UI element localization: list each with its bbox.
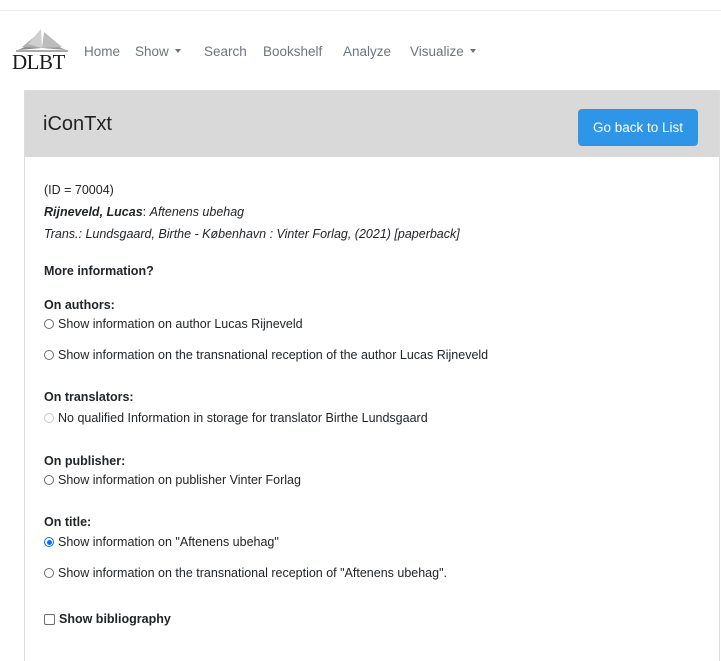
radio-publisher-info[interactable]: Show information on publisher Vinter For… — [44, 473, 301, 487]
dlbt-logo[interactable]: DLBT — [12, 28, 72, 74]
record-translation: Trans.: Lundsgaard, Birthe - København :… — [44, 227, 460, 241]
go-back-button[interactable]: Go back to List — [578, 109, 698, 146]
record-title: Aftenens ubehag — [149, 205, 245, 219]
radio-button[interactable] — [44, 475, 54, 485]
record-author: Rijneveld, Lucas — [44, 205, 143, 219]
nav-bookshelf[interactable]: Bookshelf — [263, 44, 322, 59]
radio-button[interactable] — [44, 350, 54, 360]
radio-button[interactable] — [44, 319, 54, 329]
record-author-title: Rijneveld, Lucas: Aftenens ubehag — [44, 205, 244, 219]
radio-author-reception[interactable]: Show information on the transnational re… — [44, 348, 488, 362]
radio-translator-info: No qualified Information in storage for … — [44, 411, 428, 425]
nav-show-label: Show — [135, 44, 169, 59]
nav-show-dropdown[interactable]: Show — [135, 44, 181, 59]
logo-text: DLBT — [12, 50, 65, 74]
nav-analyze[interactable]: Analyze — [343, 44, 391, 59]
record-title-sep: : — [142, 205, 150, 219]
show-bibliography-checkbox[interactable]: Show bibliography — [44, 612, 171, 626]
nav-visualize-label: Visualize — [410, 44, 464, 59]
nav-visualize-dropdown[interactable]: Visualize — [410, 44, 476, 59]
navbar: DLBT Home Show Search Bookshelf Analyze … — [0, 28, 721, 76]
radio-button-disabled — [44, 413, 54, 423]
checkbox-label: Show bibliography — [59, 612, 171, 626]
card-title: iConTxt — [43, 113, 112, 135]
chevron-down-icon — [469, 49, 476, 54]
chevron-down-icon — [174, 49, 181, 54]
radio-label: Show information on the transnational re… — [58, 348, 489, 362]
nav-search[interactable]: Search — [204, 44, 247, 59]
radio-label: Show information on the transnational re… — [58, 566, 447, 580]
radio-title-info[interactable]: Show information on "Aftenens ubehag" — [44, 535, 279, 549]
radio-button-checked[interactable] — [44, 537, 54, 547]
radio-title-reception[interactable]: Show information on the transnational re… — [44, 566, 447, 580]
radio-author-info[interactable]: Show information on author Lucas Rijneve… — [44, 317, 303, 331]
book-logo-icon — [16, 29, 68, 52]
publisher-heading: On publisher: — [44, 454, 126, 468]
radio-button[interactable] — [44, 568, 54, 578]
top-divider — [0, 10, 721, 11]
title-heading: On title: — [44, 515, 92, 529]
translators-heading: On translators: — [44, 390, 134, 404]
radio-label: Show information on author Lucas Rijneve… — [58, 317, 303, 331]
record-id: (ID = 70004) — [44, 183, 114, 197]
radio-label: Show information on "Aftenens ubehag" — [58, 535, 279, 549]
more-info-heading: More information? — [44, 264, 154, 278]
radio-label: No qualified Information in storage for … — [58, 411, 428, 425]
card-header: iConTxt Go back to List — [25, 91, 719, 157]
checkbox[interactable] — [44, 613, 55, 625]
authors-heading: On authors: — [44, 298, 115, 312]
nav-home[interactable]: Home — [84, 44, 120, 59]
radio-label: Show information on publisher Vinter For… — [58, 473, 301, 487]
